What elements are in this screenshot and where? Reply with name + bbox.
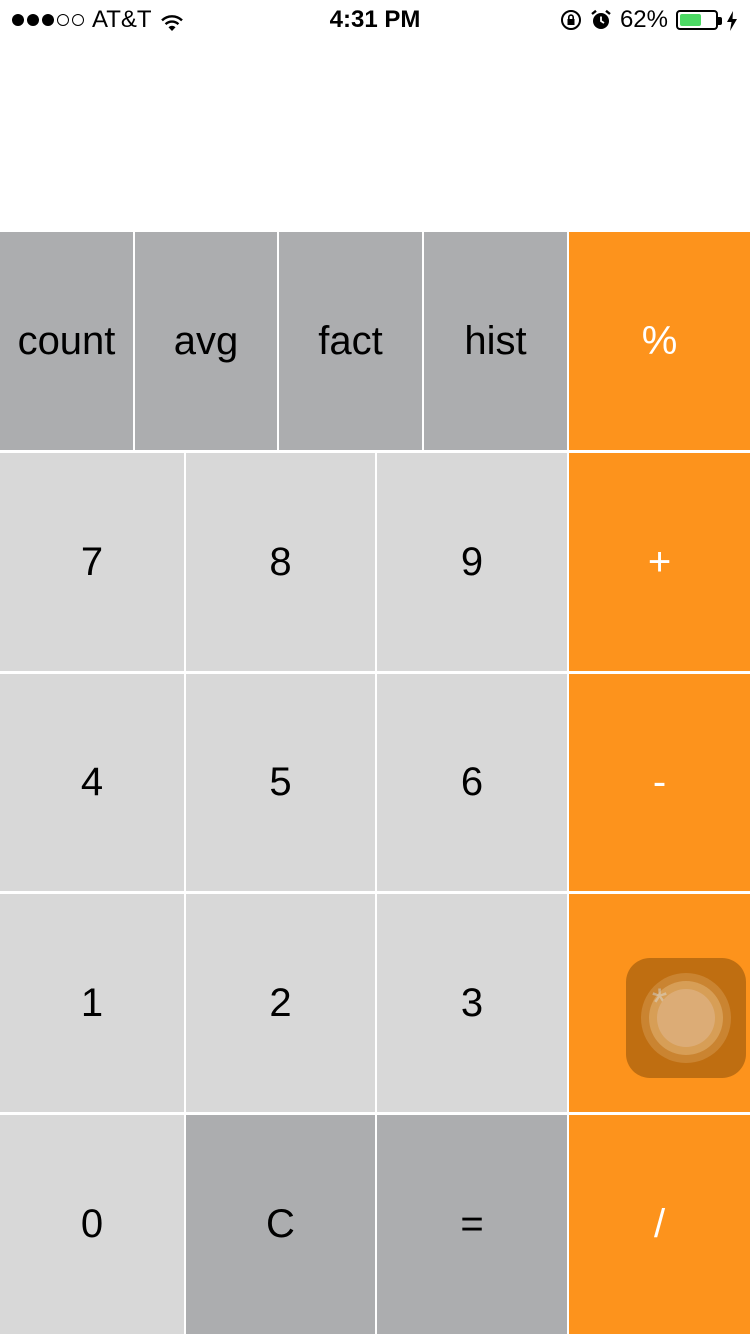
digit-1-button[interactable]: 1 <box>0 894 184 1112</box>
digit-0-button[interactable]: 0 <box>0 1115 184 1334</box>
digit-8-button[interactable]: 8 <box>186 453 375 671</box>
assistive-touch-ring-outer <box>641 973 731 1063</box>
count-button[interactable]: count <box>0 232 133 450</box>
digit-4-button[interactable]: 4 <box>0 674 184 891</box>
digit-2-button[interactable]: 2 <box>186 894 375 1112</box>
rotation-lock-icon <box>560 9 582 31</box>
status-right: 62% <box>560 6 738 34</box>
status-bar: AT&T 4:31 PM 62% <box>0 0 750 40</box>
digit-7-button[interactable]: 7 <box>0 453 184 671</box>
clear-button[interactable]: C <box>186 1115 375 1334</box>
calculator-app: AT&T 4:31 PM 62% count avg fact hist % 7… <box>0 0 750 1334</box>
battery-level <box>680 14 701 26</box>
fact-button[interactable]: fact <box>279 232 422 450</box>
percent-button[interactable]: % <box>569 232 750 450</box>
avg-button[interactable]: avg <box>135 232 277 450</box>
assistive-touch-button[interactable] <box>626 958 746 1078</box>
assistive-touch-core-icon <box>657 989 715 1047</box>
battery-percent: 62% <box>619 6 668 33</box>
battery-nub <box>718 17 722 25</box>
digit-9-button[interactable]: 9 <box>377 453 567 671</box>
minus-button[interactable]: - <box>569 674 750 891</box>
digit-5-button[interactable]: 5 <box>186 674 375 891</box>
calculator-display <box>0 40 750 230</box>
digit-6-button[interactable]: 6 <box>377 674 567 891</box>
alarm-icon <box>590 9 612 31</box>
battery-icon <box>676 10 722 30</box>
equals-button[interactable]: = <box>377 1115 567 1334</box>
digit-3-button[interactable]: 3 <box>377 894 567 1112</box>
plus-button[interactable]: + <box>569 453 750 671</box>
divide-button[interactable]: / <box>569 1115 750 1334</box>
charging-bolt-icon <box>726 10 738 31</box>
hist-button[interactable]: hist <box>424 232 567 450</box>
assistive-touch-ring-inner <box>649 981 723 1055</box>
